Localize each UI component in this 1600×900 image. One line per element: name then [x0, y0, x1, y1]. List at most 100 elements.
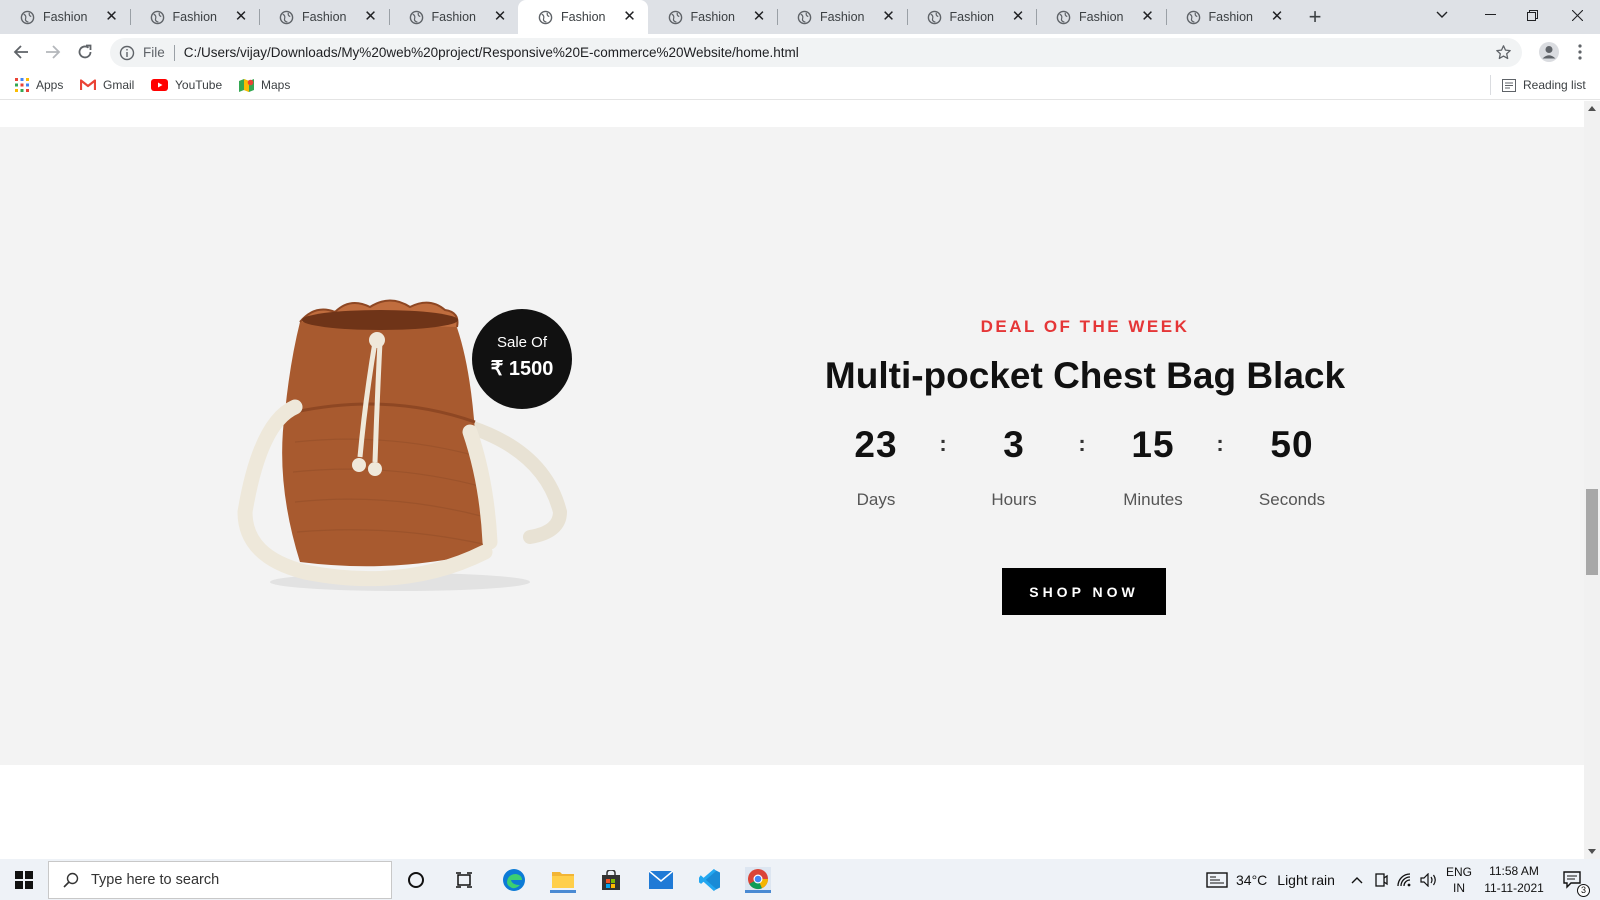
tab-close-icon[interactable]: ✕: [622, 9, 638, 25]
tab-search-chevron-icon[interactable]: [1428, 0, 1456, 30]
bookmark-gmail[interactable]: Gmail: [80, 76, 134, 94]
browser-tab[interactable]: Fashion ✕: [648, 0, 778, 34]
browser-tab-active[interactable]: Fashion ✕: [518, 0, 648, 34]
countdown-hours-label: Hours: [991, 490, 1037, 509]
forward-arrow-icon[interactable]: [39, 38, 67, 66]
browser-tab[interactable]: Fashion ✕: [1165, 0, 1296, 34]
bookmark-apps[interactable]: Apps: [15, 76, 63, 94]
browser-tab[interactable]: Fashion ✕: [388, 0, 519, 34]
tab-title: Fashion: [172, 10, 217, 24]
gmail-icon: [80, 79, 96, 90]
mail-icon[interactable]: [648, 867, 674, 893]
globe-icon: [279, 10, 294, 24]
weather-widget[interactable]: 34°C Light rain: [1206, 859, 1335, 900]
volume-icon[interactable]: [1416, 867, 1442, 893]
bookmark-label: Maps: [261, 78, 291, 92]
tab-title: Fashion: [561, 10, 606, 24]
browser-tab[interactable]: Fashion ✕: [1036, 0, 1166, 34]
bookmarks-divider: [1490, 75, 1491, 95]
globe-icon: [1186, 10, 1200, 24]
bookmark-maps[interactable]: Maps: [239, 76, 290, 94]
tab-title: Fashion: [690, 10, 735, 24]
scroll-up-arrow-icon[interactable]: [1588, 106, 1596, 111]
wifi-icon[interactable]: [1392, 867, 1418, 893]
browser-tab[interactable]: Fashion ✕: [259, 0, 389, 34]
close-window-icon[interactable]: [1554, 0, 1600, 30]
profile-avatar-icon[interactable]: [1535, 38, 1563, 66]
countdown-separator: :: [939, 431, 947, 456]
address-bar[interactable]: File C:/Users/vijay/Downloads/My%20web%2…: [110, 38, 1522, 67]
bookmark-label: YouTube: [175, 78, 223, 92]
reload-icon[interactable]: [71, 38, 99, 66]
countdown-days-label: Days: [856, 490, 896, 509]
bookmarks-bar: Apps Gmail YouTube Maps Reading list: [0, 70, 1600, 100]
globe-icon: [927, 10, 941, 24]
language-region: IN: [1453, 880, 1465, 895]
task-view-icon[interactable]: [451, 867, 477, 893]
windows-start-icon[interactable]: [11, 867, 37, 893]
tab-close-icon[interactable]: ✕: [104, 9, 120, 25]
tab-title: Fashion: [43, 10, 88, 24]
browser-tab[interactable]: Fashion ✕: [0, 0, 130, 34]
tab-close-icon[interactable]: ✕: [492, 9, 508, 25]
shop-now-button[interactable]: SHOP NOW: [1002, 568, 1166, 615]
browser-tab[interactable]: Fashion ✕: [129, 0, 260, 34]
countdown-hours-value: 3: [1003, 424, 1025, 465]
search-icon: [63, 872, 79, 888]
bookmark-star-icon[interactable]: [1495, 44, 1512, 61]
reading-list-button[interactable]: Reading list: [1502, 76, 1586, 94]
weather-temp: 34°C: [1236, 871, 1268, 888]
tab-close-icon[interactable]: ✕: [1010, 9, 1026, 25]
scroll-down-arrow-icon[interactable]: [1588, 849, 1596, 854]
tray-chevron-up-icon[interactable]: [1344, 867, 1370, 893]
tab-close-icon[interactable]: ✕: [881, 9, 897, 25]
minimize-icon[interactable]: [1470, 0, 1510, 30]
browser-tab[interactable]: Fashion ✕: [777, 0, 907, 34]
tab-close-icon[interactable]: ✕: [1140, 9, 1156, 25]
restore-icon[interactable]: [1510, 0, 1554, 30]
maps-icon: [239, 78, 254, 92]
tab-strip: Fashion ✕ Fashion ✕ Fashion ✕ Fashion ✕ …: [0, 0, 1600, 34]
tab-close-icon[interactable]: ✕: [363, 9, 379, 25]
sale-badge-label: Sale Of: [496, 334, 548, 351]
browser-tab[interactable]: Fashion ✕: [906, 0, 1037, 34]
tab-close-icon[interactable]: ✕: [1269, 9, 1285, 25]
edge-browser-icon[interactable]: [501, 867, 527, 893]
bookmark-label: Apps: [36, 78, 64, 92]
file-explorer-icon[interactable]: [550, 867, 576, 893]
weather-icon: [1206, 871, 1228, 888]
globe-icon: [20, 10, 35, 24]
globe-icon: [538, 10, 553, 24]
new-tab-plus-icon[interactable]: +: [1295, 0, 1335, 34]
meet-now-icon[interactable]: [1368, 867, 1394, 893]
microsoft-store-icon[interactable]: [598, 867, 624, 893]
tab-title: Fashion: [431, 10, 476, 24]
clock-time: 11:58 AM: [1489, 863, 1539, 878]
browser-toolbar: File C:/Users/vijay/Downloads/My%20web%2…: [0, 34, 1600, 70]
countdown-separator: :: [1078, 431, 1086, 456]
vscode-icon[interactable]: [697, 867, 723, 893]
omnibox-divider: [173, 44, 175, 61]
page-scrollbar[interactable]: [1584, 101, 1600, 859]
url-text[interactable]: C:/Users/vijay/Downloads/My%20web%20proj…: [184, 45, 799, 60]
menu-kebab-icon[interactable]: [1566, 38, 1594, 66]
tab-title: Fashion: [1208, 10, 1253, 24]
site-info-icon[interactable]: [119, 45, 135, 61]
clock[interactable]: 11:58 AM 11-11-2021: [1481, 859, 1547, 900]
countdown-seconds-label: Seconds: [1258, 490, 1326, 509]
chrome-taskbar-icon[interactable]: [745, 867, 771, 893]
tab-title: Fashion: [949, 10, 994, 24]
tab-close-icon[interactable]: ✕: [751, 9, 767, 25]
tab-title: Fashion: [302, 10, 347, 24]
taskbar-search-box[interactable]: Type here to search: [48, 861, 392, 899]
scrollbar-thumb[interactable]: [1586, 489, 1598, 575]
back-arrow-icon[interactable]: [7, 38, 35, 66]
globe-icon: [150, 10, 164, 24]
tab-close-icon[interactable]: ✕: [233, 9, 249, 25]
action-center-icon[interactable]: 3: [1560, 867, 1590, 897]
countdown-seconds-value: 50: [1270, 424, 1314, 465]
reading-list-label: Reading list: [1523, 78, 1586, 92]
bookmark-youtube[interactable]: YouTube: [151, 76, 222, 94]
language-indicator[interactable]: ENG IN: [1446, 859, 1472, 900]
cortana-icon[interactable]: [403, 867, 429, 893]
